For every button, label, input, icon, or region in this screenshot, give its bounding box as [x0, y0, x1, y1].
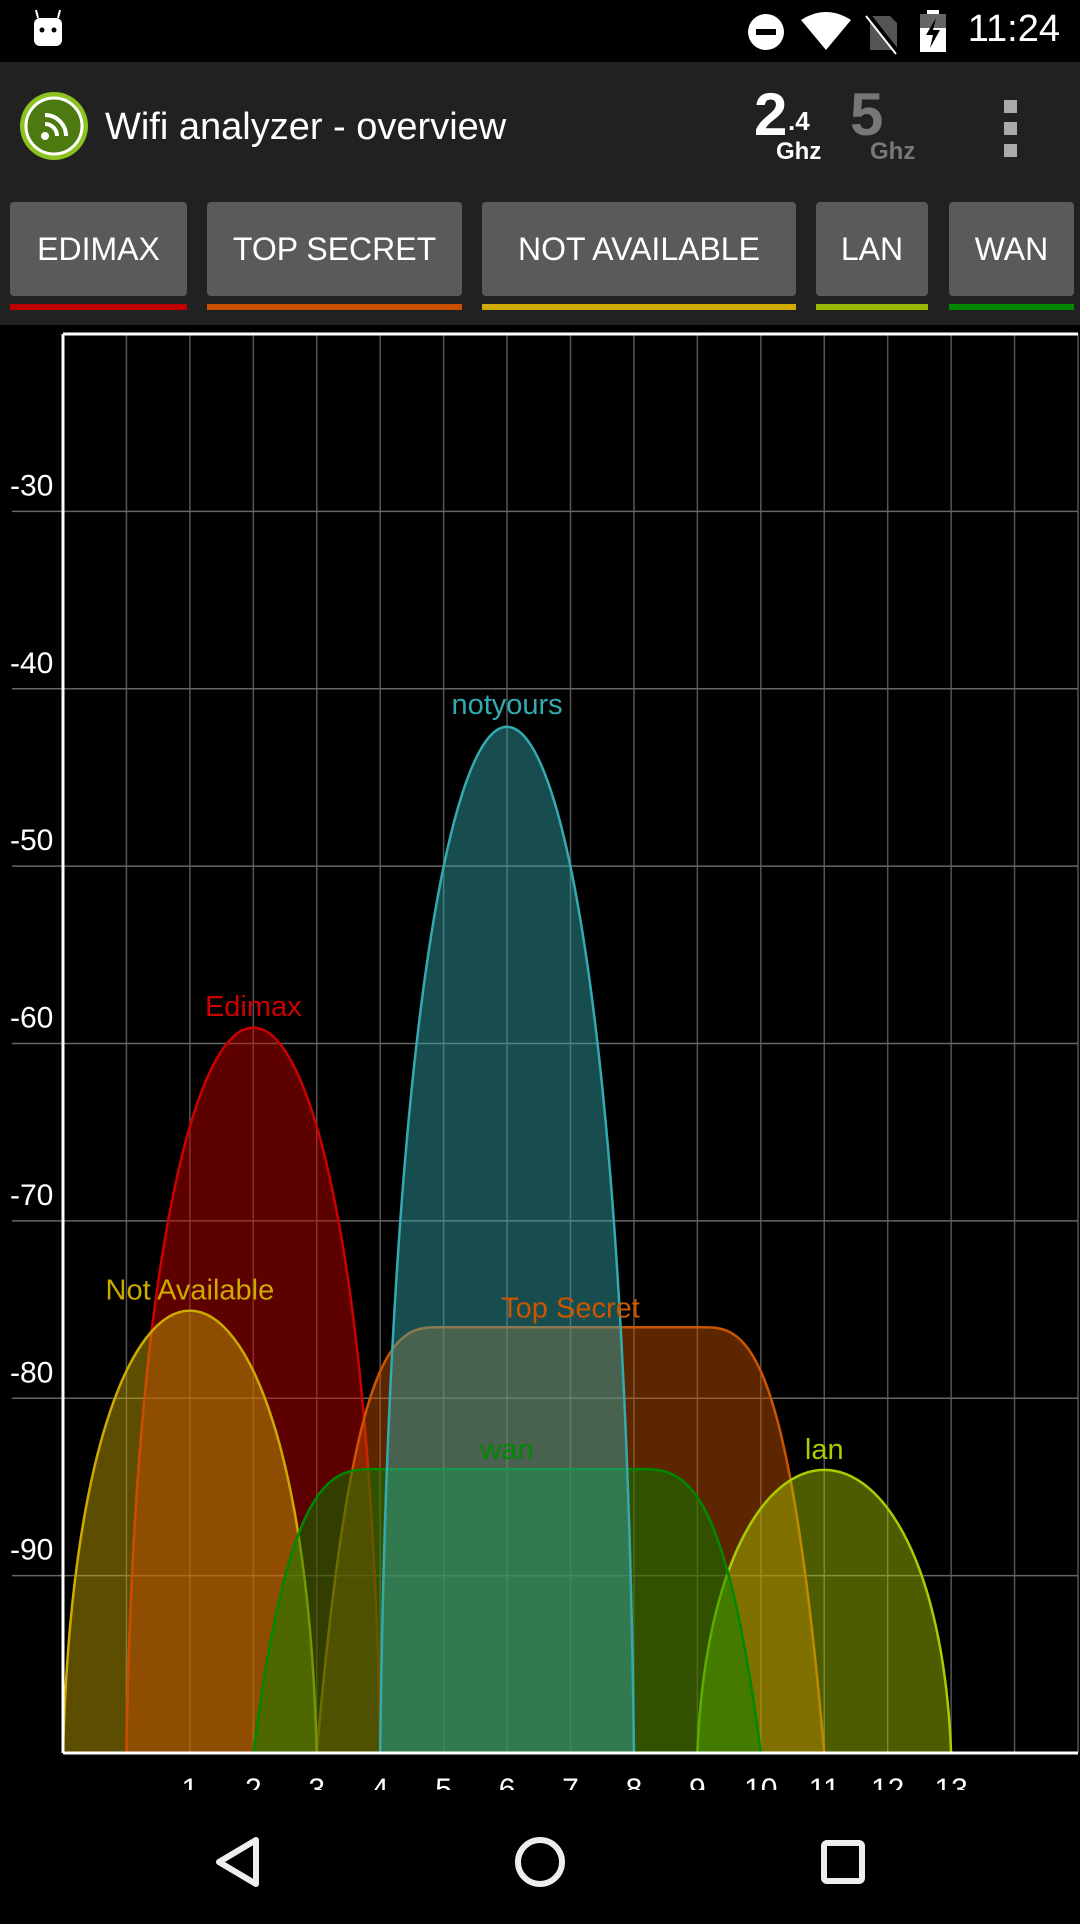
- filter-button-top-secret[interactable]: TOP SECRET: [207, 202, 462, 296]
- x-tick-label: 7: [562, 1773, 579, 1790]
- filter-button-edimax[interactable]: EDIMAX: [10, 202, 187, 296]
- y-tick-label: -30: [10, 469, 53, 502]
- y-tick-label: -60: [10, 1002, 53, 1035]
- channel-graph: -30-40-50-60-70-80-901 2 3 4 5 6 7 8 9 10 11 12 13Ed…: [10, 332, 1079, 1790]
- overflow-menu-icon[interactable]: [996, 94, 1026, 164]
- y-tick-label: -90: [10, 1534, 53, 1567]
- app-logo-icon: [20, 92, 88, 160]
- band-5-unit: Ghz: [870, 138, 916, 165]
- y-tick-label: -50: [10, 824, 53, 857]
- x-tick-label: 8: [626, 1773, 643, 1790]
- filter-color-indicator: [207, 304, 462, 310]
- network-label: lan: [805, 1434, 844, 1466]
- filter-button-not-available[interactable]: NOT AVAILABLE: [482, 202, 796, 296]
- network-label: wan: [479, 1434, 533, 1466]
- no-sim-icon: [865, 12, 900, 55]
- band-5ghz-toggle[interactable]: 5 Ghz: [848, 80, 928, 170]
- back-icon[interactable]: [216, 1837, 259, 1887]
- filter-color-indicator: [949, 304, 1074, 310]
- status-icons: [34, 9, 946, 55]
- network-label: Top Secret: [501, 1292, 640, 1324]
- status-bar: 11:24: [0, 0, 1080, 62]
- x-tick-label: 5: [435, 1773, 452, 1790]
- x-tick-label: 6: [499, 1773, 516, 1790]
- network-label: Not Available: [106, 1275, 275, 1307]
- band-24-decimal: .4: [788, 106, 810, 136]
- filter-button-wan[interactable]: WAN: [949, 202, 1074, 296]
- y-tick-label: -40: [10, 647, 53, 680]
- network-curve-notyours: [378, 725, 636, 1754]
- filter-color-indicator: [482, 304, 796, 310]
- x-tick-label: 11: [809, 1773, 840, 1790]
- filter-color-indicator: [10, 304, 187, 310]
- navigation-bar: [0, 1790, 1080, 1920]
- app-title: Wifi analyzer - overview: [105, 106, 507, 148]
- x-tick-label: 2: [245, 1773, 262, 1790]
- y-tick-label: -70: [10, 1179, 53, 1212]
- band-24ghz-toggle[interactable]: 2 .4 Ghz: [752, 80, 832, 170]
- x-tick-label: 4: [372, 1773, 389, 1790]
- android-debug-icon: [34, 9, 62, 46]
- battery-charging-icon: [920, 10, 946, 52]
- recents-icon[interactable]: [821, 1840, 865, 1884]
- x-tick-label: 9: [689, 1773, 706, 1790]
- x-tick-label: 12: [871, 1773, 904, 1790]
- app-bar: Wifi analyzer - overview 2 .4 Ghz 5 Ghz: [0, 62, 1080, 190]
- x-tick-label: 1: [182, 1773, 199, 1790]
- filter-button-lan[interactable]: LAN: [816, 202, 928, 296]
- y-tick-label: -80: [10, 1356, 53, 1389]
- x-tick-label: 3: [308, 1773, 325, 1790]
- clock: 11:24: [967, 8, 1060, 50]
- network-label: Edimax: [205, 991, 302, 1023]
- network-label: notyours: [451, 689, 562, 721]
- network-filter-bar: EDIMAX TOP SECRET NOT AVAILABLE LAN WAN: [0, 190, 1080, 325]
- home-icon[interactable]: [515, 1837, 565, 1887]
- band-24-unit: Ghz: [776, 138, 822, 165]
- x-tick-label: 13: [934, 1773, 967, 1790]
- filter-color-indicator: [816, 304, 928, 310]
- do-not-disturb-icon: [748, 14, 784, 50]
- wifi-icon: [801, 12, 851, 50]
- x-tick-label: 10: [744, 1773, 777, 1790]
- nav-icons: [216, 1837, 865, 1887]
